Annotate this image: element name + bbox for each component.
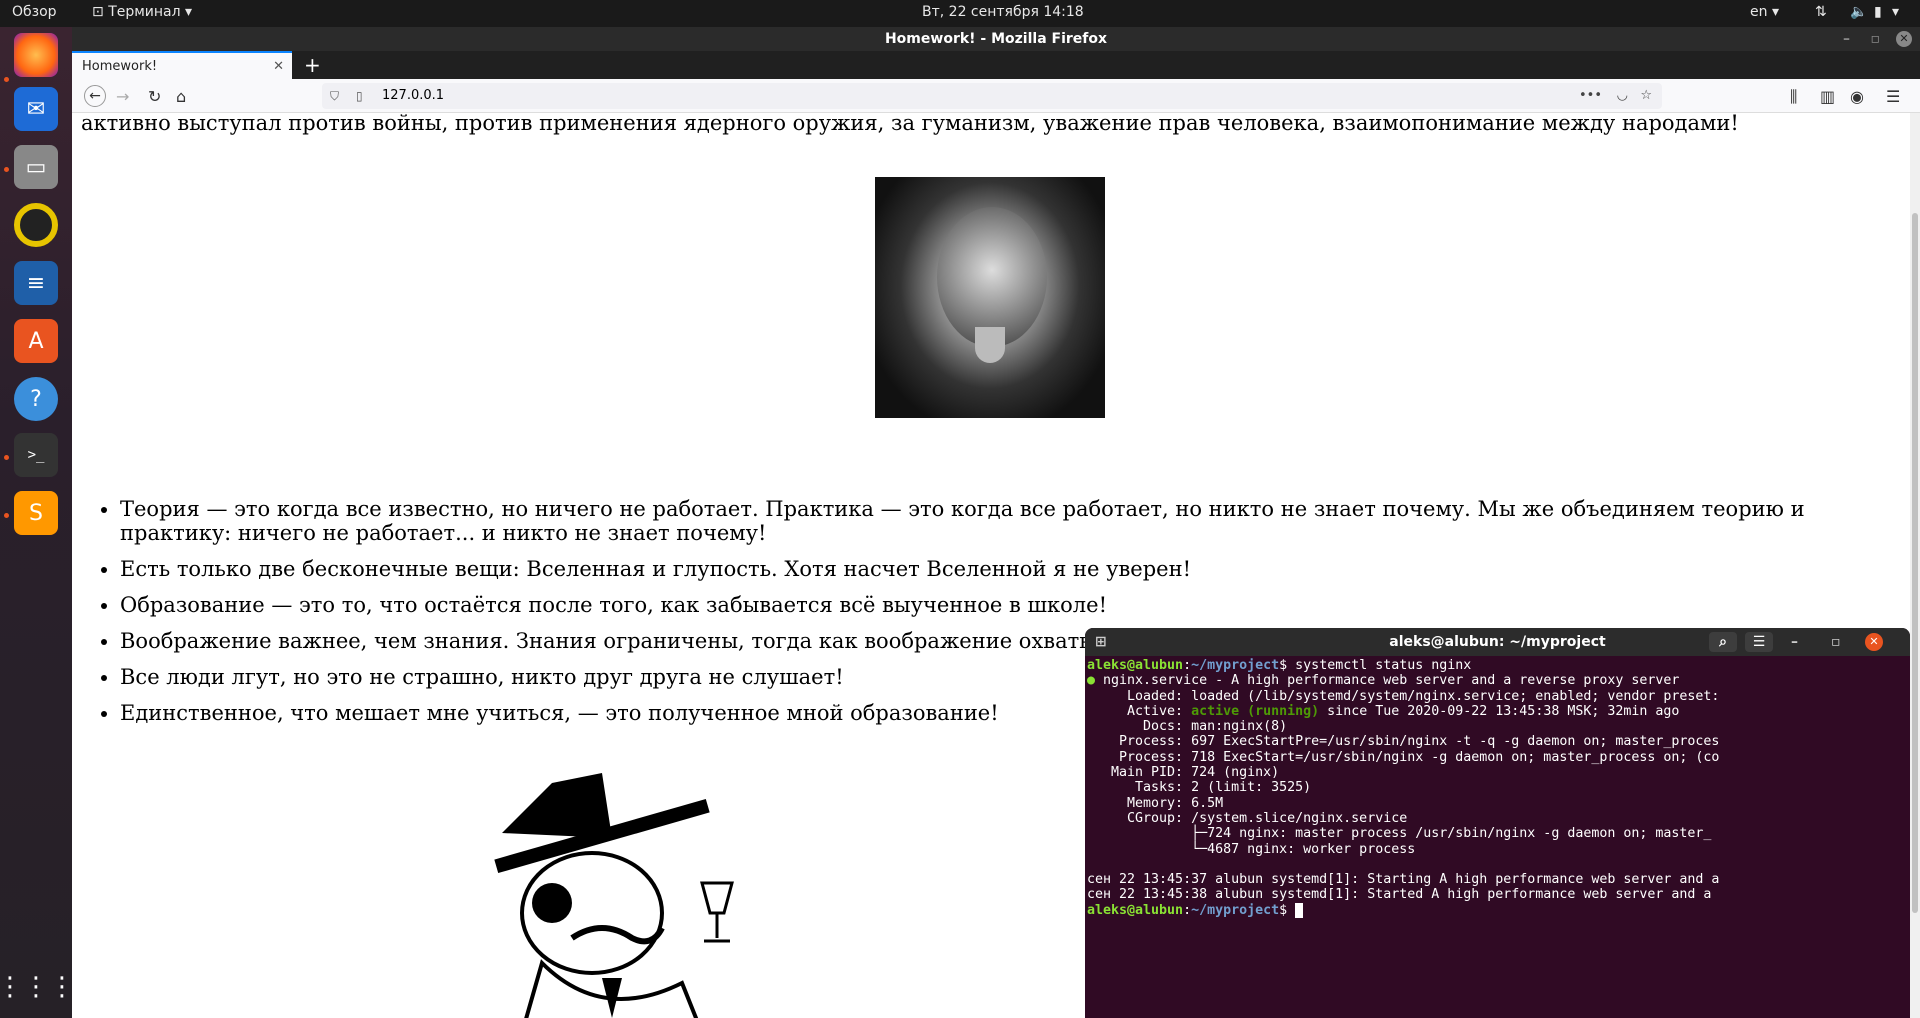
output-line: Tasks: 2 (limit: 3525) (1087, 780, 1312, 796)
url-text: 127.0.0.1 (382, 88, 445, 103)
output-line: CGroup: /system.slice/nginx.service (1087, 810, 1408, 826)
list-item: Есть только две бесконечные вещи: Вселен… (120, 557, 1900, 581)
terminal-close-button[interactable]: ✕ (1865, 633, 1883, 651)
terminal-title: aleks@alubun: ~/myproject (1389, 634, 1606, 650)
intro-paragraph: активно выступал против войны, против пр… (81, 113, 1739, 135)
output-line: Loaded: loaded (/lib/systemd/system/ngin… (1087, 688, 1720, 704)
terminal-icon[interactable]: >_ (14, 433, 58, 477)
cursor (1295, 902, 1304, 918)
tab-close-icon[interactable]: ✕ (273, 53, 284, 81)
home-button[interactable]: ⌂ (176, 87, 186, 106)
einstein-photo (875, 177, 1105, 418)
new-tab-button[interactable]: + (304, 53, 321, 77)
running-indicator (4, 455, 9, 460)
running-indicator (4, 513, 9, 518)
nav-toolbar: ← → ↻ ⌂ ⛉ ▯ 127.0.0.1 ••• ◡ ☆ ⫼ ▥ ◉ ☰ (72, 79, 1920, 113)
terminal-menu-icon[interactable]: ☰ (1745, 632, 1773, 652)
output-line: Main PID: 724 (nginx) (1087, 765, 1280, 781)
output-line: сен 22 13:45:38 alubun systemd[1]: Start… (1087, 887, 1720, 903)
software-icon[interactable]: A (14, 319, 58, 363)
status-dot-icon: ● (1087, 673, 1096, 689)
rhythmbox-icon[interactable] (14, 203, 58, 247)
running-indicator (4, 77, 9, 82)
app-menu[interactable]: ⊡ Терминал ▾ (92, 4, 192, 20)
page-actions-icon[interactable]: ••• (1579, 83, 1602, 109)
window-title: Homework! - Mozilla Firefox (884, 31, 1108, 47)
command-line: aleks@alubun:~/myproject$ systemctl stat… (1087, 658, 1472, 673)
terminal-small-icon: ⊡ (92, 4, 109, 20)
menu-icon[interactable]: ☰ (1886, 87, 1900, 106)
activities-button[interactable]: Обзор (12, 4, 57, 20)
language-indicator[interactable]: en ▾ (1750, 4, 1779, 20)
output-line: Docs: man:nginx(8) (1087, 719, 1288, 735)
forward-button[interactable]: → (116, 87, 129, 106)
writer-icon[interactable]: ≡ (14, 261, 58, 305)
sublime-icon[interactable]: S (14, 491, 58, 535)
maximize-button[interactable]: ▫ (1871, 27, 1881, 51)
tab-strip: Homework! ✕ + (72, 51, 1920, 79)
files-icon[interactable]: ▭ (14, 145, 58, 189)
output-line: Process: 697 ExecStartPre=/usr/sbin/ngin… (1087, 734, 1720, 750)
back-button[interactable]: ← (84, 85, 106, 107)
output-line: Memory: 6.5M (1087, 795, 1224, 811)
scrollbar-thumb[interactable] (1912, 213, 1918, 913)
close-button[interactable]: ✕ (1896, 31, 1912, 47)
window-titlebar: Homework! - Mozilla Firefox – ▫ ✕ (72, 27, 1920, 51)
output-line: сен 22 13:45:37 alubun systemd[1]: Start… (1087, 872, 1720, 888)
help-icon[interactable]: ? (14, 377, 58, 421)
terminal-maximize-button[interactable]: ▫ (1831, 628, 1841, 656)
running-indicator (4, 167, 9, 172)
show-apps-grid-icon[interactable]: ⋮⋮⋮ (0, 965, 75, 1009)
page-icon[interactable]: ▯ (356, 83, 363, 109)
tab-homework[interactable]: Homework! ✕ (72, 51, 292, 79)
output-line: ● nginx.service - A high performance web… (1087, 673, 1680, 689)
library-icon[interactable]: ⫼ (1790, 87, 1797, 107)
terminal-minimize-button[interactable]: – (1791, 628, 1798, 656)
battery-icon[interactable]: ▮ (1874, 4, 1882, 20)
terminal-output[interactable]: aleks@alubun:~/myproject$ systemctl stat… (1085, 656, 1910, 920)
pocket-icon[interactable]: ◡ (1617, 83, 1628, 109)
bookmark-star-icon[interactable]: ☆ (1640, 83, 1652, 109)
network-icon[interactable]: ⇅ (1815, 4, 1827, 20)
dock: ✉ ▭ ≡ A ? >_ S ⋮⋮⋮ (0, 27, 75, 1018)
output-line: Active: active (running) since Tue 2020-… (1087, 703, 1680, 719)
system-top-bar: Обзор ⊡ Терминал ▾ Вт, 22 сентября 14:18… (0, 0, 1920, 27)
thunderbird-icon[interactable]: ✉ (14, 87, 58, 131)
new-terminal-tab-icon[interactable]: ⊞ (1095, 628, 1107, 656)
shield-icon[interactable]: ⛉ (330, 83, 339, 109)
volume-icon[interactable]: 🔈 (1850, 4, 1867, 20)
url-bar[interactable]: ⛉ ▯ 127.0.0.1 ••• ◡ ☆ (322, 83, 1662, 109)
gentleman-meme-image (494, 773, 734, 1018)
firefox-icon[interactable] (14, 33, 58, 77)
terminal-search-icon[interactable]: ⌕ (1709, 632, 1737, 652)
output-line: ├─724 nginx: master process /usr/sbin/ng… (1087, 826, 1712, 842)
list-item: Образование — это то, что остаётся после… (120, 593, 1900, 617)
page-scrollbar[interactable] (1910, 113, 1920, 1018)
sidebar-icon[interactable]: ▥ (1820, 87, 1835, 106)
prompt-line: aleks@alubun:~/myproject$ (1087, 902, 1908, 918)
minimize-button[interactable]: – (1843, 27, 1850, 51)
account-icon[interactable]: ◉ (1850, 87, 1864, 106)
reload-button[interactable]: ↻ (148, 87, 161, 106)
output-line: └─4687 nginx: worker process (1087, 841, 1416, 857)
terminal-window[interactable]: ⊞ aleks@alubun: ~/myproject ⌕ ☰ – ▫ ✕ al… (1085, 628, 1910, 1018)
output-line: Process: 718 ExecStart=/usr/sbin/nginx -… (1087, 749, 1720, 765)
terminal-titlebar: ⊞ aleks@alubun: ~/myproject ⌕ ☰ – ▫ ✕ (1085, 628, 1910, 656)
clock[interactable]: Вт, 22 сентября 14:18 (922, 4, 1084, 20)
system-menu-chevron-icon[interactable]: ▾ (1892, 4, 1899, 20)
list-item: Теория — это когда все известно, но ниче… (120, 497, 1900, 545)
